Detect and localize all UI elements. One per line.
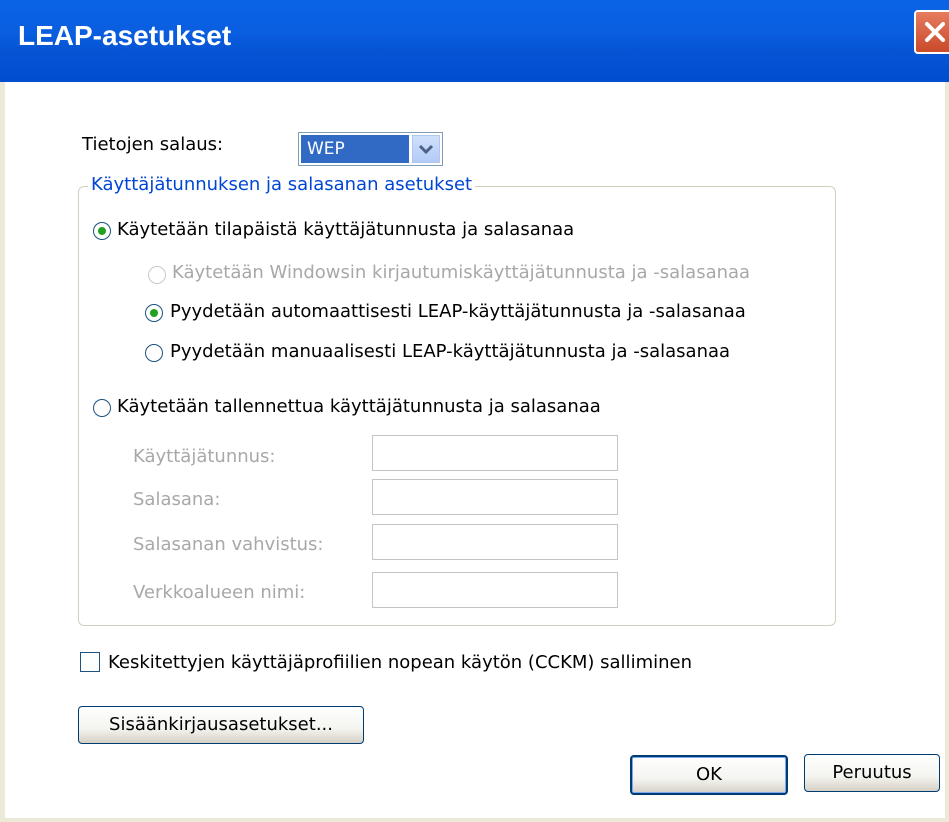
- password-confirm-input[interactable]: [372, 524, 618, 560]
- chevron-down-icon: [418, 144, 434, 155]
- cckm-checkbox[interactable]: [80, 652, 100, 672]
- manual-prompt-label: Pyydetään manuaalisesti LEAP-käyttäjätun…: [170, 341, 731, 362]
- window-title: LEAP-asetukset: [18, 20, 232, 51]
- ok-button[interactable]: OK: [630, 755, 788, 795]
- radio-selected-dot: [98, 227, 106, 235]
- radio-temp-credentials[interactable]: [93, 222, 111, 240]
- temp-credentials-label: Käytetään tilapäistä käyttäjätunnusta ja…: [117, 219, 575, 240]
- username-label: Käyttäjätunnus:: [133, 446, 276, 467]
- cancel-button[interactable]: Peruutus: [804, 754, 940, 792]
- encryption-select[interactable]: WEP: [298, 132, 443, 166]
- auto-prompt-label: Pyydetään automaattisesti LEAP-käyttäjät…: [170, 301, 746, 322]
- windows-credentials-label: Käytetään Windowsin kirjautumiskäyttäjät…: [172, 262, 751, 283]
- saved-credentials-label: Käytetään tallennettua käyttäjätunnusta …: [117, 396, 601, 417]
- logon-settings-button[interactable]: Sisäänkirjausasetukset...: [78, 706, 364, 744]
- title-bar[interactable]: LEAP-asetukset: [0, 0, 949, 82]
- cckm-label: Keskitettyjen käyttäjäprofiilien nopean …: [108, 652, 692, 673]
- dropdown-button[interactable]: [412, 135, 440, 163]
- password-label: Salasana:: [133, 489, 221, 510]
- encryption-label: Tietojen salaus:: [82, 134, 224, 155]
- close-button[interactable]: [914, 10, 949, 54]
- close-icon: [925, 22, 945, 42]
- dialog-window: LEAP-asetukset Tietojen salaus: WEP Käyt…: [0, 0, 949, 822]
- radio-saved-credentials[interactable]: [93, 399, 111, 417]
- radio-auto-prompt[interactable]: [145, 304, 163, 322]
- password-confirm-label: Salasanan vahvistus:: [133, 534, 324, 555]
- radio-selected-dot: [150, 309, 158, 317]
- credentials-group-title: Käyttäjätunnuksen ja salasanan asetukset: [88, 174, 476, 195]
- radio-windows-credentials[interactable]: [148, 266, 166, 284]
- password-input[interactable]: [372, 479, 618, 515]
- radio-manual-prompt[interactable]: [145, 344, 163, 362]
- domain-input[interactable]: [372, 572, 618, 608]
- username-input[interactable]: [372, 435, 618, 471]
- domain-label: Verkkoalueen nimi:: [133, 582, 306, 603]
- encryption-selected-value: WEP: [301, 135, 409, 163]
